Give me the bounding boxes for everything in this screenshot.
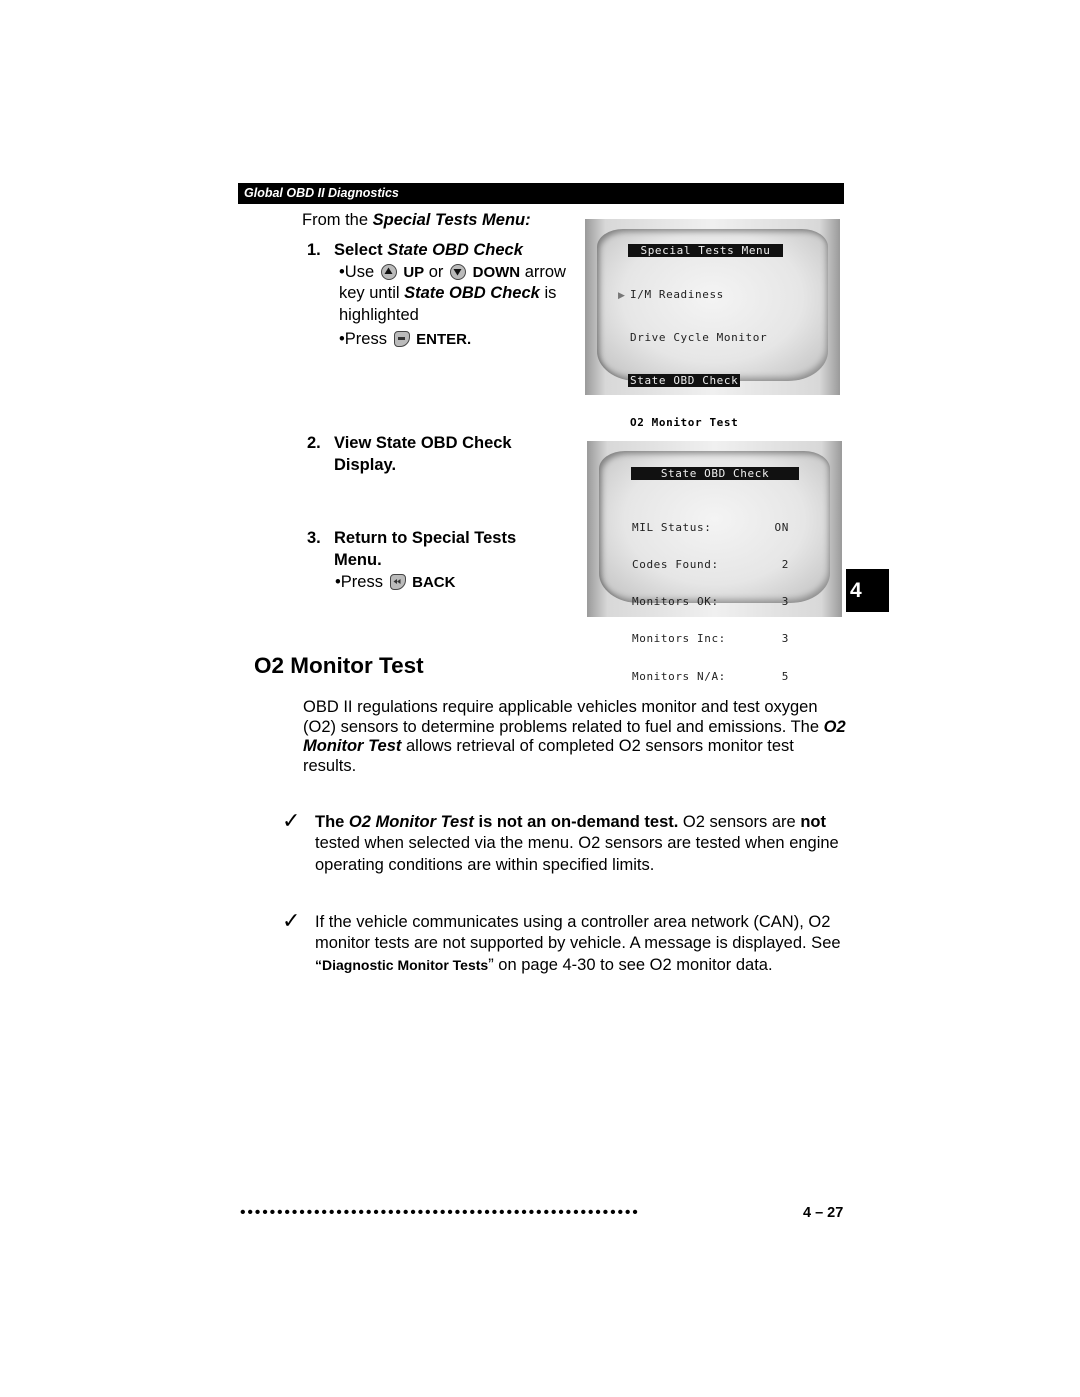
- lcd-row-value: 2: [781, 558, 789, 572]
- lcd-menu-item: I/M Readiness: [630, 288, 724, 302]
- lcd-row-value: 5: [781, 669, 789, 683]
- section-title: O2 Monitor Test: [254, 653, 424, 678]
- back-button-icon: [389, 574, 406, 590]
- step-1: 1. Select State OBD Check •Use UP or DOW…: [307, 240, 577, 351]
- step-title: Return to Special Tests: [334, 529, 517, 547]
- section-paragraph: OBD II regulations require applicable ve…: [303, 698, 846, 776]
- down-arrow-button-icon: [450, 263, 467, 280]
- checkmark-icon: ✓: [282, 908, 301, 933]
- step-number: 1.: [307, 241, 321, 259]
- lcd-row-label: Monitors Inc:: [632, 632, 726, 646]
- lcd-title: State OBD Check: [631, 467, 799, 480]
- lcd-row-value: ON: [774, 520, 789, 534]
- lcd-menu-item-selected: State OBD Check: [628, 373, 741, 387]
- intro-line: From the Special Tests Menu:: [302, 211, 531, 230]
- note-text: The O2 Monitor Test is not an on-demand …: [315, 813, 839, 874]
- section-header-bar: Global OBD II Diagnostics: [238, 183, 844, 204]
- page-number: 4 – 27: [803, 1205, 844, 1221]
- cross-reference-link[interactable]: “Diagnostic Monitor Tests: [315, 957, 488, 973]
- step-bullet-press-back: •Press BACK: [335, 573, 456, 591]
- step-title: Select State OBD Check: [334, 241, 523, 259]
- step-bullet-highlighted: highlighted: [339, 305, 419, 324]
- page-footer: ••••••••••••••••••••••••••••••••••••••••…: [240, 1203, 850, 1225]
- step-number: 2.: [307, 434, 321, 452]
- lcd-menu-item: O2 Monitor Test: [630, 416, 739, 430]
- lcd-data-values: ON 2 3 3 5: [757, 497, 789, 708]
- enter-button-icon: [393, 331, 410, 347]
- scan-tool-screen-state-obd-check: State OBD Check MIL Status: Codes Found:…: [587, 441, 842, 683]
- intro-prefix: From the: [302, 211, 373, 229]
- note-on-demand: ✓ The O2 Monitor Test is not an on-deman…: [282, 808, 848, 876]
- lcd-row-label: Monitors OK:: [632, 595, 719, 609]
- lcd-row-label: MIL Status:: [632, 520, 712, 534]
- step-number: 3.: [307, 529, 321, 547]
- section-header-text: Global OBD II Diagnostics: [244, 186, 399, 200]
- step-bullet-until: key until State OBD Check is: [339, 284, 557, 302]
- note-can: ✓ If the vehicle communicates using a co…: [282, 908, 848, 976]
- scan-tool-screen-special-tests-menu: Special Tests Menu I/M Readiness Drive C…: [585, 219, 840, 557]
- step-bullet-use: •Use UP or DOWN arrow: [339, 262, 566, 281]
- selection-pointer-icon: ▶: [618, 290, 625, 300]
- up-arrow-button-icon: [380, 263, 397, 280]
- intro-menu-name: Special Tests Menu:: [372, 211, 531, 229]
- footer-dot-leader: ••••••••••••••••••••••••••••••••••••••••…: [240, 1204, 640, 1221]
- step-title: View State OBD Check: [334, 434, 512, 452]
- step-title-cont: Display.: [334, 455, 397, 474]
- step-3: 3. Return to Special Tests Menu. •Press …: [307, 528, 577, 594]
- step-2: 2. View State OBD Check Display.: [307, 433, 577, 476]
- lcd-title: Special Tests Menu: [628, 244, 783, 257]
- step-title-cont: Menu.: [334, 550, 382, 569]
- lcd-row-value: 3: [781, 595, 789, 609]
- chapter-tab: 4: [846, 569, 889, 612]
- lcd-menu-item: Drive Cycle Monitor: [630, 331, 768, 345]
- lcd-row-value: 3: [781, 632, 789, 646]
- checkmark-icon: ✓: [282, 808, 301, 833]
- step-bullet-press-enter: •Press ENTER.: [339, 330, 472, 348]
- lcd-row-label: Monitors N/A:: [632, 669, 726, 683]
- note-text: If the vehicle communicates using a cont…: [315, 913, 841, 974]
- lcd-row-label: Codes Found:: [632, 558, 719, 572]
- lcd-data-labels: MIL Status: Codes Found: Monitors OK: Mo…: [632, 497, 726, 708]
